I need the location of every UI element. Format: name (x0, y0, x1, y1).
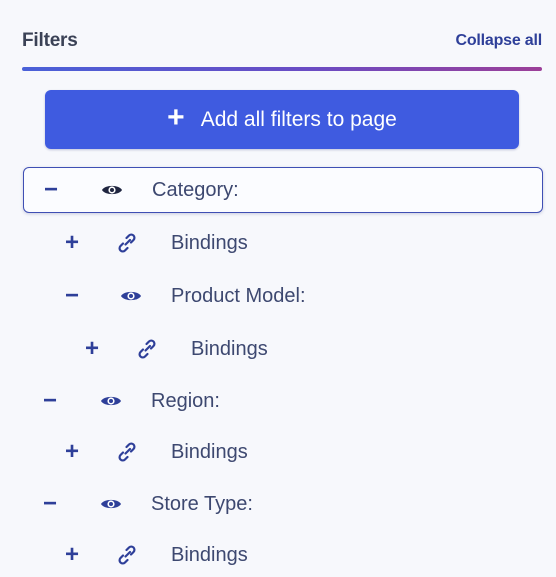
eye-icon[interactable] (99, 389, 123, 413)
tree-row-category[interactable]: − Category: (23, 167, 543, 213)
expand-toggle[interactable]: + (83, 337, 101, 361)
tree-label: Bindings (171, 543, 248, 566)
expand-toggle[interactable]: + (63, 543, 81, 567)
collapse-toggle[interactable]: − (41, 492, 59, 516)
tree-label: Bindings (171, 440, 248, 463)
tree-label: Category: (152, 178, 239, 201)
tree-row-product-model[interactable]: − Product Model: (23, 274, 541, 318)
eye-icon[interactable] (99, 492, 123, 516)
tree-row-bindings[interactable]: + Bindings (23, 430, 541, 474)
tree-row-store-type[interactable]: − Store Type: (23, 482, 541, 526)
tree-row-bindings[interactable]: + Bindings (23, 533, 541, 577)
tree-row-bindings[interactable]: + Bindings (23, 221, 541, 265)
collapse-toggle[interactable]: − (42, 178, 60, 202)
collapse-toggle[interactable]: − (63, 284, 81, 308)
tree-label: Bindings (171, 231, 248, 254)
add-all-filters-button[interactable]: + Add all filters to page (45, 90, 519, 149)
add-all-filters-label: Add all filters to page (200, 107, 397, 131)
link-icon[interactable] (115, 440, 139, 464)
link-icon[interactable] (115, 231, 139, 255)
panel-title: Filters (22, 30, 78, 51)
filters-header: Filters Collapse all (22, 30, 542, 56)
eye-icon[interactable] (100, 178, 124, 202)
tree-label: Store Type: (151, 492, 253, 515)
tree-label: Bindings (191, 337, 268, 360)
collapse-all-link[interactable]: Collapse all (455, 32, 542, 50)
tree-row-region[interactable]: − Region: (23, 379, 541, 423)
expand-toggle[interactable]: + (63, 440, 81, 464)
tree-row-bindings[interactable]: + Bindings (23, 327, 541, 371)
plus-icon: + (167, 101, 185, 134)
header-divider (22, 67, 542, 71)
tree-label: Product Model: (171, 284, 306, 307)
filters-panel: Filters Collapse all + Add all filters t… (0, 0, 556, 577)
expand-toggle[interactable]: + (63, 231, 81, 255)
link-icon[interactable] (115, 543, 139, 567)
tree-label: Region: (151, 389, 220, 412)
collapse-toggle[interactable]: − (41, 389, 59, 413)
eye-icon[interactable] (119, 284, 143, 308)
link-icon[interactable] (135, 337, 159, 361)
